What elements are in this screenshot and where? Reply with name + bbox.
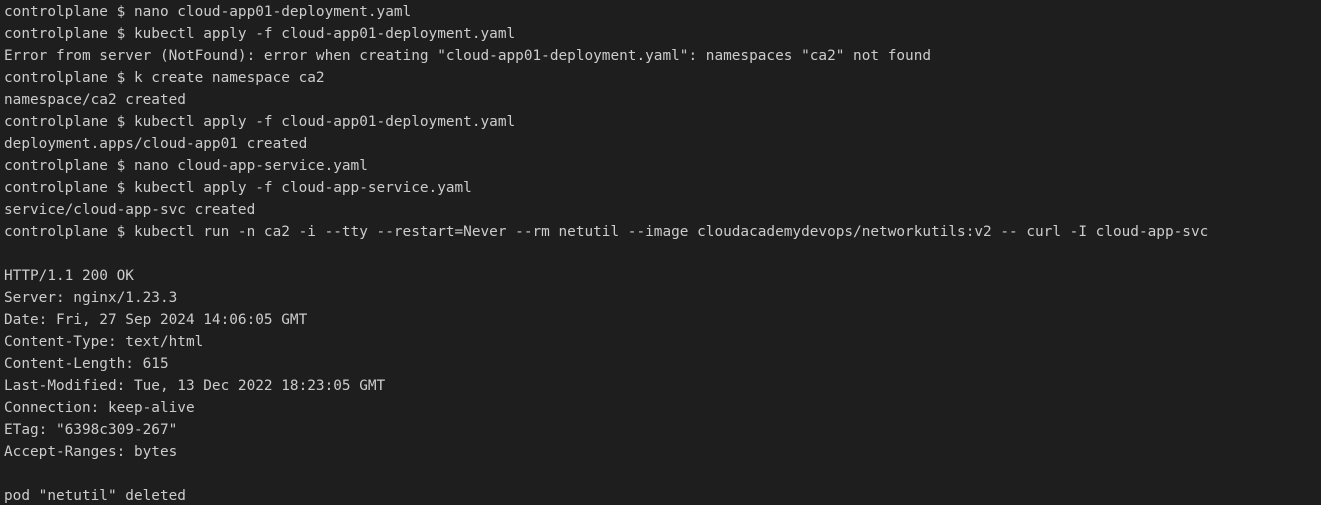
terminal-line: Content-Length: 615: [4, 356, 169, 372]
terminal-line: pod "netutil" deleted: [4, 488, 186, 504]
terminal-line: controlplane $ kubectl apply -f cloud-ap…: [4, 26, 516, 42]
terminal-line: controlplane $ kubectl apply -f cloud-ap…: [4, 114, 516, 130]
terminal-line: controlplane $ k create namespace ca2: [4, 70, 325, 86]
terminal-line: controlplane $ kubectl run -n ca2 -i --t…: [4, 224, 1209, 240]
terminal-line: Content-Type: text/html: [4, 334, 204, 350]
terminal-line: controlplane $ nano cloud-app01-deployme…: [4, 4, 412, 20]
terminal-line: Error from server (NotFound): error when…: [4, 48, 932, 64]
terminal-line: Connection: keep-alive: [4, 400, 195, 416]
terminal-line: service/cloud-app-svc created: [4, 202, 256, 218]
terminal-output[interactable]: controlplane $ nano cloud-app01-deployme…: [0, 0, 1321, 505]
terminal-line: Server: nginx/1.23.3: [4, 290, 178, 306]
terminal-line: Date: Fri, 27 Sep 2024 14:06:05 GMT: [4, 312, 308, 328]
terminal-line: ETag: "6398c309-267": [4, 422, 178, 438]
terminal-line: deployment.apps/cloud-app01 created: [4, 136, 308, 152]
terminal-line: Accept-Ranges: bytes: [4, 444, 178, 460]
terminal-line: HTTP/1.1 200 OK: [4, 268, 134, 284]
terminal-line: namespace/ca2 created: [4, 92, 186, 108]
terminal-line: controlplane $ kubectl apply -f cloud-ap…: [4, 180, 472, 196]
terminal-line: Last-Modified: Tue, 13 Dec 2022 18:23:05…: [4, 378, 386, 394]
terminal-line: controlplane $ nano cloud-app-service.ya…: [4, 158, 368, 174]
